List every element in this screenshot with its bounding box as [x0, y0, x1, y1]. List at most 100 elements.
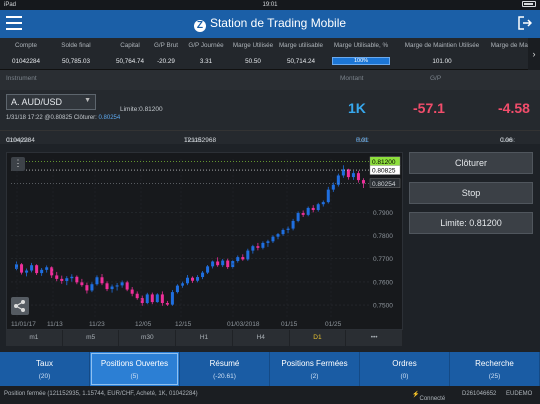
clock: 19:01	[262, 2, 278, 8]
chevron-down-icon: ▼	[84, 97, 91, 104]
y-tick-label: 0.7600	[373, 279, 393, 286]
summary-usable-margin: Marge utilisable 50,714.24	[278, 42, 324, 65]
header-instrument[interactable]: Instrument	[6, 75, 37, 82]
session-id: D261046652	[462, 391, 497, 397]
timeframe-h1[interactable]: H1	[176, 330, 233, 346]
tab-summary[interactable]: Résumé (-20.61)	[180, 352, 270, 386]
x-tick-label: 01/15	[281, 321, 298, 328]
header-amount[interactable]: Montant	[340, 75, 364, 82]
summary-used-margin: Marge Utilisée 50.50	[232, 42, 274, 65]
candle-body	[65, 278, 69, 281]
candle-body	[196, 277, 200, 281]
timeframe-m30[interactable]: m30	[119, 330, 177, 346]
candle-body	[316, 204, 320, 211]
candle-body	[226, 260, 230, 268]
app-title-text: Station de Trading Mobile	[209, 16, 347, 30]
candle-body	[105, 283, 109, 290]
candle-body	[321, 202, 325, 205]
tab-closed-positions[interactable]: Positions Fermées (2)	[270, 352, 360, 386]
limit-price-label: 0.81200	[372, 159, 396, 166]
summary-gross-pl: G/P Brut -20.29	[153, 42, 179, 65]
x-tick-label: 01/25	[325, 321, 342, 328]
app-title: Z Station de Trading Mobile	[0, 16, 540, 32]
tab-orders[interactable]: Ordres (0)	[360, 352, 450, 386]
summary-next-arrow-icon[interactable]: ›	[528, 38, 540, 70]
candle-body	[271, 236, 275, 242]
candle-body	[110, 286, 114, 290]
price-chart[interactable]: 0.7900 0.7800 0.7700 0.7600 0.7500 0.81200 0.8…	[6, 152, 403, 330]
position-pl-value: -4.58	[498, 100, 530, 116]
current-price-label: 0.80254	[372, 181, 396, 188]
candle-body	[281, 229, 285, 235]
stop-button[interactable]: Stop	[409, 182, 533, 204]
open-position-row[interactable]: A. AUD/USD ▼ Limite:0.81200 1/31/18 17:2…	[0, 90, 540, 130]
candle-body	[216, 261, 220, 266]
candle-body	[326, 189, 330, 203]
candle-body	[80, 282, 84, 286]
timeframe-m1[interactable]: m1	[6, 330, 63, 346]
candle-body	[346, 169, 350, 178]
summary-account: Compte 01042284	[11, 42, 41, 65]
header-pl[interactable]: G/P	[430, 75, 441, 82]
timeframe-m5[interactable]: m5	[63, 330, 120, 346]
timeframe-d1[interactable]: D1	[290, 330, 347, 346]
summary-maintenance-margin: Marge de Maintien Utilisée 101.00	[404, 42, 480, 65]
candle-body	[311, 207, 315, 211]
tab-search[interactable]: Recherche (25)	[450, 352, 540, 386]
candle-body	[296, 213, 300, 221]
share-icon[interactable]	[11, 297, 29, 315]
candle-body	[246, 250, 250, 260]
x-tick-label: 12/05	[135, 321, 152, 328]
candle-body	[291, 220, 295, 229]
candle-body	[30, 265, 34, 271]
ios-status-bar: iPad 19:01	[0, 0, 540, 10]
candle-body	[175, 285, 179, 293]
candle-body	[170, 292, 174, 305]
candle-body	[45, 267, 49, 270]
candle-body	[221, 260, 225, 266]
candle-body	[191, 277, 195, 281]
tab-open-positions[interactable]: Positions Ouvertes (5)	[90, 352, 180, 386]
timeframe-bar: m1 m5 m30 H1 H4 D1 •••	[6, 330, 404, 346]
positions-column-headers: Instrument Montant G/P	[0, 70, 540, 90]
candle-body	[276, 234, 280, 237]
instrument-select[interactable]: A. AUD/USD ▼	[6, 94, 96, 110]
battery-icon	[522, 1, 536, 7]
bottom-tab-bar: Taux (20) Positions Ouvertes (5) Résumé (-2…	[0, 352, 540, 386]
candle-body	[251, 246, 255, 251]
candle-body	[125, 282, 129, 290]
candle-body	[145, 294, 149, 303]
candle-body	[165, 303, 169, 305]
instrument-value: A. AUD/USD	[11, 97, 63, 107]
logout-icon[interactable]	[518, 16, 532, 30]
timeframe-more-icon[interactable]: •••	[346, 330, 404, 346]
candle-body	[130, 289, 134, 294]
candle-body	[361, 180, 365, 184]
y-tick-label: 0.7500	[373, 303, 393, 310]
limit-label: Limite:0.81200	[120, 106, 163, 113]
close-position-button[interactable]: Clôturer	[409, 152, 533, 174]
candle-body	[115, 285, 119, 287]
candle-body	[120, 282, 124, 286]
candle-body	[90, 284, 94, 291]
status-footer: Position fermée (121152935, 1.15744, EUR…	[0, 386, 540, 404]
candle-body	[206, 266, 210, 273]
limit-button[interactable]: Limite: 0.81200	[409, 212, 533, 234]
candle-body	[60, 278, 64, 281]
candle-body	[20, 264, 24, 273]
candle-body	[75, 276, 79, 283]
position-pl-pips: -57.1	[413, 100, 445, 116]
y-tick-label: 0.7700	[373, 256, 393, 263]
candle-body	[341, 169, 345, 176]
chart-options-icon[interactable]: ⋮	[11, 157, 25, 171]
candle-body	[85, 285, 89, 291]
candle-body	[185, 277, 189, 284]
candle-body	[15, 264, 19, 269]
summary-day-pl: G/P Journée 3.31	[188, 42, 224, 65]
app-header: Z Station de Trading Mobile	[0, 10, 540, 38]
tab-rates[interactable]: Taux (20)	[0, 352, 90, 386]
position-amount: 1K	[348, 100, 366, 116]
candle-body	[95, 277, 99, 285]
candlestick-chart[interactable]: 0.7900 0.7800 0.7700 0.7600 0.7500 0.81200 0.8…	[7, 153, 404, 331]
timeframe-h4[interactable]: H4	[233, 330, 290, 346]
